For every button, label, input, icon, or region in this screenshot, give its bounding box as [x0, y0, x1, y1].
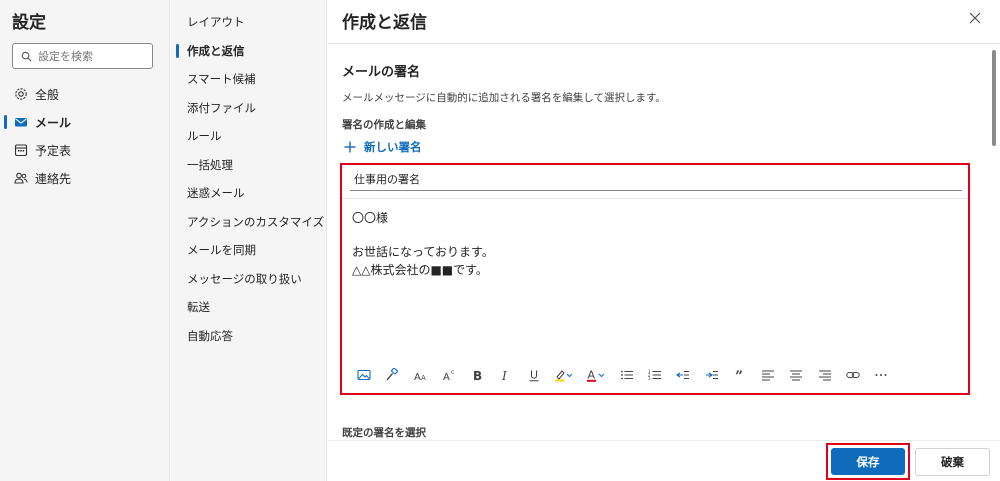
- settings-search-input[interactable]: 設定を検索: [12, 43, 153, 69]
- compose-reply-panel: 作成と返信 メールの署名 メールメッセージに自動的に追加される署名を編集して選択…: [328, 0, 1000, 481]
- mail-icon: [15, 118, 27, 127]
- section-title: メールの署名: [342, 65, 421, 80]
- nav-item-junk-mail[interactable]: 迷惑メール: [171, 179, 326, 208]
- svg-text:I: I: [501, 369, 507, 382]
- settings-sidebar: 設定 設定を検索 全般 メール 予定表 連絡先: [0, 0, 170, 481]
- numbered-list-icon[interactable]: 123: [643, 365, 667, 385]
- svg-text:U: U: [530, 369, 538, 382]
- svg-text:3: 3: [648, 376, 651, 381]
- insert-picture-icon[interactable]: [352, 365, 376, 385]
- sidebar-item-label: メール: [35, 115, 72, 130]
- header-divider: [328, 43, 1000, 44]
- sidebar-item-label: 全般: [35, 87, 60, 102]
- sidebar-item-general[interactable]: 全般: [0, 80, 170, 108]
- signature-name-field[interactable]: 仕事用の署名: [350, 167, 962, 191]
- svg-text:A: A: [588, 369, 596, 382]
- svg-text:A: A: [421, 374, 426, 382]
- close-icon[interactable]: [968, 11, 982, 25]
- link-icon[interactable]: [841, 365, 865, 385]
- discard-button[interactable]: 破棄: [915, 448, 990, 476]
- svg-text:A: A: [414, 372, 421, 382]
- align-left-icon[interactable]: [756, 365, 780, 385]
- plus-icon: [344, 141, 356, 153]
- nav-item-sync-email[interactable]: メールを同期: [171, 236, 326, 265]
- new-signature-label: 新しい署名: [364, 140, 422, 154]
- superscript-icon[interactable]: Ac: [437, 365, 461, 385]
- nav-item-sweep[interactable]: 一括処理: [171, 151, 326, 180]
- new-signature-button[interactable]: 新しい署名: [344, 139, 422, 155]
- quote-icon[interactable]: ”: [728, 365, 752, 385]
- more-options-icon[interactable]: [869, 365, 893, 385]
- nav-item-message-handling[interactable]: メッセージの取り扱い: [171, 265, 326, 294]
- font-color-icon[interactable]: A: [582, 365, 610, 385]
- settings-title: 設定: [12, 13, 46, 33]
- nav-item-customize-actions[interactable]: アクションのカスタマイズ: [171, 208, 326, 237]
- page-title: 作成と返信: [342, 13, 427, 33]
- underline-icon[interactable]: U: [522, 365, 546, 385]
- italic-icon[interactable]: I: [493, 365, 517, 385]
- nav-item-compose-reply[interactable]: 作成と返信: [171, 37, 326, 66]
- sidebar-item-label: 連絡先: [35, 171, 72, 186]
- format-painter-icon[interactable]: [380, 365, 404, 385]
- svg-text:B: B: [473, 369, 482, 382]
- highlight-icon[interactable]: [550, 365, 578, 385]
- signature-line: 〇〇様: [352, 211, 389, 225]
- increase-indent-icon[interactable]: [700, 365, 724, 385]
- font-size-icon[interactable]: AA: [409, 365, 433, 385]
- calendar-icon: [14, 144, 28, 157]
- signature-line: △△株式会社の■■です。: [352, 263, 488, 277]
- svg-text:”: ”: [735, 369, 743, 382]
- footer-divider: [328, 440, 1000, 441]
- people-icon: [14, 172, 28, 184]
- gear-icon: [15, 88, 27, 100]
- sidebar-item-label: 予定表: [35, 143, 72, 158]
- nav-item-layout[interactable]: レイアウト: [171, 8, 326, 37]
- editor-divider: [342, 198, 968, 199]
- align-center-icon[interactable]: [784, 365, 808, 385]
- signature-body[interactable]: 〇〇様 お世話になっております。 △△株式会社の■■です。: [352, 209, 494, 279]
- signature-editor: 仕事用の署名 〇〇様 お世話になっております。 △△株式会社の■■です。 AA …: [340, 163, 970, 395]
- sidebar-item-calendar[interactable]: 予定表: [0, 136, 170, 164]
- sidebar-item-contacts[interactable]: 連絡先: [0, 164, 170, 192]
- nav-item-automatic-replies[interactable]: 自動応答: [171, 322, 326, 351]
- align-right-icon[interactable]: [813, 365, 837, 385]
- search-icon: [21, 51, 32, 61]
- section-description: メールメッセージに自動的に追加される署名を編集して選択します。: [342, 92, 666, 104]
- nav-item-forwarding[interactable]: 転送: [171, 293, 326, 322]
- nav-item-rules[interactable]: ルール: [171, 122, 326, 151]
- sidebar-item-mail[interactable]: メール: [0, 108, 170, 136]
- search-placeholder: 設定を検索: [38, 50, 93, 63]
- bullet-list-icon[interactable]: [615, 365, 639, 385]
- nav-item-attachments[interactable]: 添付ファイル: [171, 94, 326, 123]
- svg-text:c: c: [451, 369, 454, 376]
- bold-icon[interactable]: B: [465, 365, 489, 385]
- mail-settings-nav: レイアウト 作成と返信 スマート候補 添付ファイル ルール 一括処理 迷惑メール…: [171, 0, 327, 481]
- decrease-indent-icon[interactable]: [671, 365, 695, 385]
- nav-item-smart-suggestions[interactable]: スマート候補: [171, 65, 326, 94]
- default-signature-label: 既定の署名を選択: [342, 427, 426, 439]
- save-highlight-frame: 保存: [826, 443, 910, 480]
- save-button[interactable]: 保存: [831, 448, 905, 475]
- formatting-toolbar: AA Ac B I U A 123 ”: [352, 365, 898, 385]
- create-edit-label: 署名の作成と編集: [342, 119, 426, 131]
- signature-line: お世話になっております。: [352, 245, 494, 259]
- scrollbar-thumb[interactable]: [992, 50, 996, 146]
- svg-text:A: A: [443, 372, 450, 382]
